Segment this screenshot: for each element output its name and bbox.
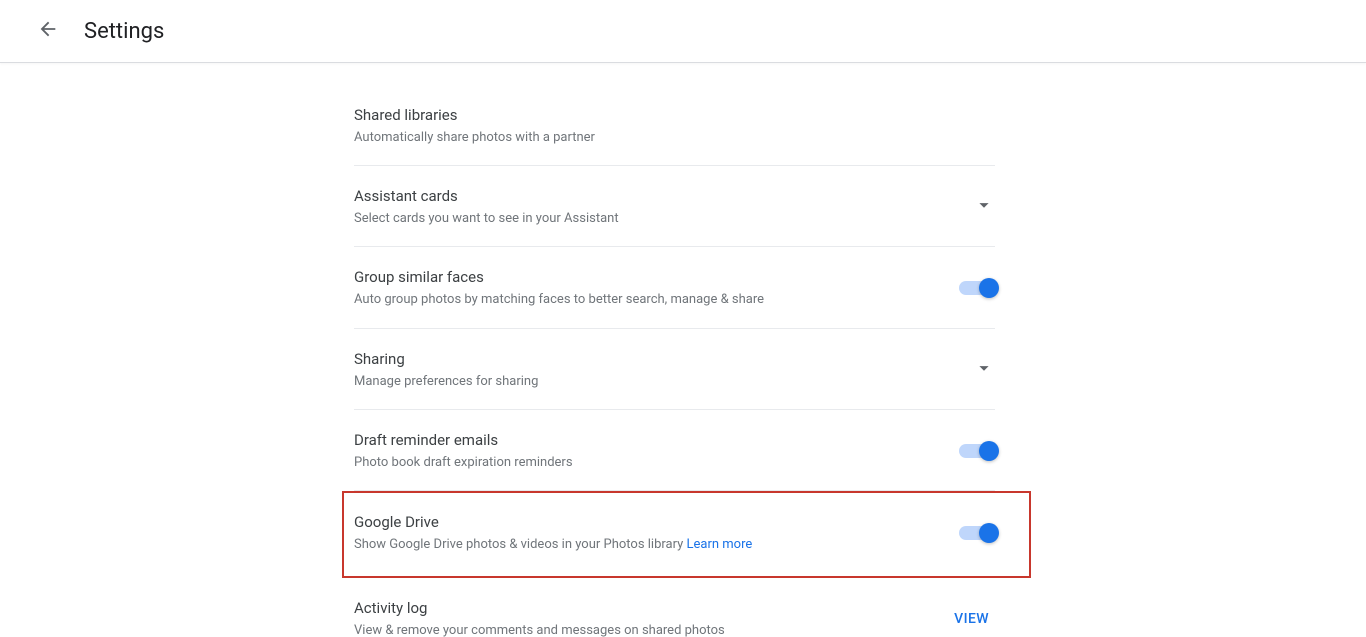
chevron-down-icon (973, 357, 995, 383)
row-text: Draft reminder emails Photo book draft e… (354, 430, 939, 472)
row-desc: Auto group photos by matching faces to b… (354, 291, 939, 309)
row-desc: Select cards you want to see in your Ass… (354, 210, 953, 228)
header: Settings (0, 0, 1366, 63)
view-button[interactable]: VIEW (948, 603, 995, 635)
switch-on-icon (959, 526, 995, 540)
row-sharing[interactable]: Sharing Manage preferences for sharing (354, 329, 995, 410)
page-title: Settings (84, 19, 164, 44)
row-title: Shared libraries (354, 105, 995, 126)
expand-button[interactable] (973, 194, 995, 220)
row-activity-log: Activity log View & remove your comments… (354, 578, 995, 637)
toggle-draft-emails[interactable] (959, 444, 995, 458)
row-assistant-cards[interactable]: Assistant cards Select cards you want to… (354, 166, 995, 247)
row-google-drive: Google Drive Show Google Drive photos & … (342, 491, 1031, 578)
content-scroll[interactable]: Shared libraries Automatically share pho… (0, 63, 1366, 637)
row-title: Google Drive (354, 512, 939, 533)
switch-on-icon (959, 444, 995, 458)
row-desc: Automatically share photos with a partne… (354, 129, 995, 147)
chevron-down-icon (973, 194, 995, 220)
row-text: Assistant cards Select cards you want to… (354, 186, 953, 228)
toggle-google-drive[interactable] (959, 526, 995, 540)
switch-on-icon (959, 281, 995, 295)
row-group-similar-faces: Group similar faces Auto group photos by… (354, 247, 995, 328)
row-title: Draft reminder emails (354, 430, 939, 451)
row-desc: Manage preferences for sharing (354, 373, 953, 391)
row-text: Shared libraries Automatically share pho… (354, 105, 995, 147)
row-draft-reminder-emails: Draft reminder emails Photo book draft e… (354, 410, 995, 491)
row-text: Sharing Manage preferences for sharing (354, 349, 953, 391)
row-desc-text: Show Google Drive photos & videos in you… (354, 537, 687, 552)
row-desc: Show Google Drive photos & videos in you… (354, 536, 939, 554)
control: VIEW (948, 603, 995, 635)
arrow-left-icon (37, 18, 59, 44)
back-button[interactable] (28, 11, 68, 51)
row-desc: View & remove your comments and messages… (354, 622, 928, 637)
row-title: Sharing (354, 349, 953, 370)
row-text: Group similar faces Auto group photos by… (354, 267, 939, 309)
row-desc: Photo book draft expiration reminders (354, 454, 939, 472)
toggle-group-faces[interactable] (959, 281, 995, 295)
settings-list: Shared libraries Automatically share pho… (354, 73, 995, 637)
row-text: Google Drive Show Google Drive photos & … (354, 512, 939, 554)
row-text: Activity log View & remove your comments… (354, 598, 928, 637)
expand-button[interactable] (973, 357, 995, 383)
row-title: Group similar faces (354, 267, 939, 288)
row-title: Assistant cards (354, 186, 953, 207)
row-shared-libraries[interactable]: Shared libraries Automatically share pho… (354, 85, 995, 166)
row-title: Activity log (354, 598, 928, 619)
spacer (0, 63, 1366, 73)
learn-more-link[interactable]: Learn more (687, 537, 753, 552)
